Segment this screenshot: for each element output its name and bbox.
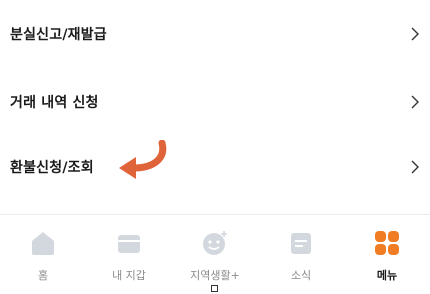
tab-wallet[interactable]: 내 지갑	[86, 215, 172, 294]
menu-item-transaction-history[interactable]: 거래 내역 신청	[0, 70, 430, 134]
menu-item-lost-report[interactable]: 분실신고/재발급	[0, 2, 430, 66]
menu-item-refund-request[interactable]: 환불신청/조회	[0, 135, 430, 199]
tab-label: 지역생활+	[190, 269, 240, 282]
news-icon	[291, 233, 311, 254]
local-life-icon	[203, 231, 227, 255]
chevron-right-icon	[411, 95, 419, 109]
tab-label: 메뉴	[376, 269, 398, 282]
chevron-right-icon	[411, 27, 419, 41]
menu-list: 분실신고/재발급 거래 내역 신청 환불신청/조회	[0, 0, 430, 214]
menu-item-label: 분실신고/재발급	[10, 27, 107, 43]
bottom-tab-bar: 홈 내 지갑 지역생활+ 소식 메뉴	[0, 215, 430, 294]
tab-local-life[interactable]: 지역생활+	[172, 215, 258, 294]
tab-home[interactable]: 홈	[0, 215, 86, 294]
chevron-right-icon	[411, 160, 419, 174]
tab-label: 소식	[290, 269, 312, 282]
menu-item-label: 거래 내역 신청	[10, 95, 99, 111]
tab-news[interactable]: 소식	[258, 215, 344, 294]
menu-screen: 분실신고/재발급 거래 내역 신청 환불신청/조회 홈 내 지갑 지역생활+ 소…	[0, 0, 430, 294]
menu-grid-icon	[375, 231, 399, 255]
cursor-marker	[211, 285, 218, 292]
tab-label: 내 지갑	[112, 269, 146, 282]
home-icon	[32, 232, 54, 255]
wallet-icon	[118, 235, 140, 253]
tab-menu[interactable]: 메뉴	[344, 215, 430, 294]
menu-item-label: 환불신청/조회	[10, 160, 94, 176]
pointer-arrow-icon	[119, 140, 167, 179]
tab-label: 홈	[37, 269, 49, 282]
